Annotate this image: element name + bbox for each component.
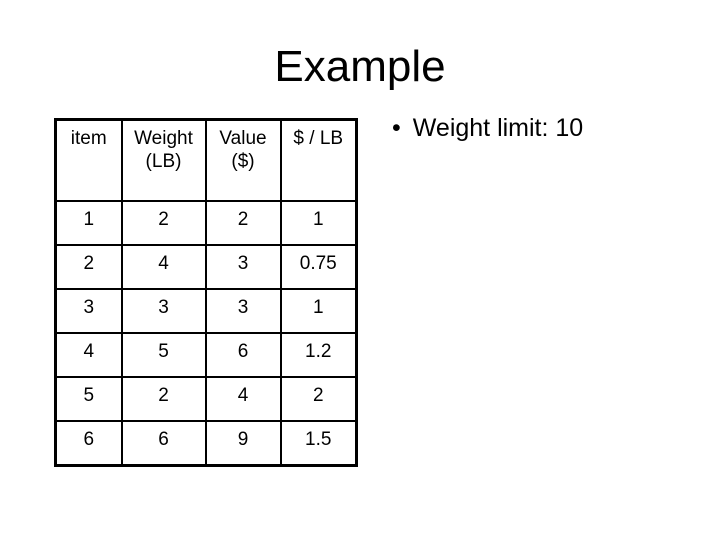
bullet-item: • Weight limit: 10 — [392, 114, 583, 143]
cell: 2 — [120, 376, 207, 422]
cell: 3 — [54, 288, 123, 334]
cell: 1 — [54, 200, 123, 246]
header-text: item — [70, 128, 107, 149]
header-text: Weight — [134, 128, 193, 149]
cell: 1 — [279, 288, 358, 334]
cell: 2 — [204, 200, 282, 246]
cell: 4 — [204, 376, 282, 422]
cell: 1 — [279, 200, 358, 246]
table-row: 4 5 6 1.2 — [54, 332, 358, 378]
cell: 2 — [279, 376, 358, 422]
header-value: Value ($) — [204, 118, 282, 202]
table-row: 6 6 9 1.5 — [54, 420, 358, 467]
header-weight: Weight (LB) — [120, 118, 207, 202]
bullet-text: Weight limit: 10 — [412, 114, 584, 142]
cell: 6 — [204, 332, 282, 378]
items-table: item Weight (LB) Value ($) $ / LB 1221 243… — [54, 118, 358, 467]
cell: 1.5 — [279, 420, 358, 467]
header-text: ($) — [231, 151, 255, 172]
header-text: (LB) — [145, 151, 182, 172]
table-header-row: item Weight (LB) Value ($) $ / LB — [54, 118, 358, 202]
cell: 1.2 — [279, 332, 358, 378]
cell: 3 — [204, 244, 282, 290]
cell: 5 — [54, 376, 123, 422]
cell: 5 — [120, 332, 207, 378]
cell: 4 — [120, 244, 207, 290]
bullet-dot-icon: • — [392, 114, 401, 142]
table-row: 5242 — [54, 376, 358, 422]
header-text: Value — [219, 128, 267, 149]
cell: 2 — [120, 200, 207, 246]
header-ratio: $ / LB — [279, 118, 358, 202]
header-item: item — [54, 118, 123, 202]
cell: 6 — [54, 420, 123, 467]
table-row: 1221 — [54, 200, 358, 246]
cell: 3 — [120, 288, 207, 334]
cell: 4 — [54, 332, 123, 378]
slide-title: Example — [274, 42, 446, 91]
cell: 3 — [204, 288, 282, 334]
table-row: 3331 — [54, 288, 358, 334]
table-row: 2 4 3 0.75 — [54, 244, 358, 290]
cell: 6 — [120, 420, 207, 467]
cell: 0.75 — [279, 244, 358, 290]
cell: 9 — [204, 420, 282, 467]
header-text: $ / LB — [293, 128, 344, 149]
cell: 2 — [54, 244, 123, 290]
